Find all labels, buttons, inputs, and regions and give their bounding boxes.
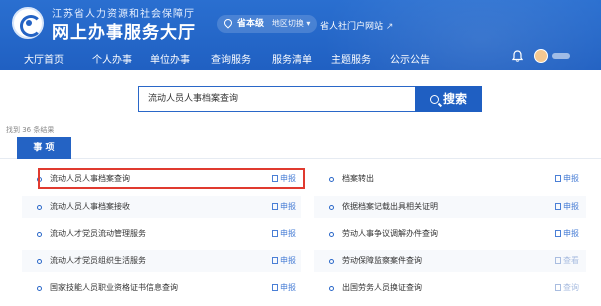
result-name[interactable]: 国家技能人员职业资格证书信息查询 [50,277,178,299]
view-label: 查看 [563,256,579,265]
location-pin-icon [222,17,234,29]
document-icon [272,203,278,210]
portal-link[interactable]: 省人社门户网站 ↗ [320,19,393,32]
bullet-icon [329,286,334,291]
result-item[interactable]: 劳动保障监察案件查询 查看 [314,250,586,272]
apply-label: 申报 [563,202,579,211]
portal-link-label: 省人社门户网站 [320,22,384,32]
apply-button[interactable]: 申报 [272,223,296,245]
search-button[interactable]: 搜索 [415,86,482,112]
region-switcher[interactable]: 省本级 地区切换 ▾ [217,15,318,33]
result-item[interactable]: 依据档案记载出具相关证明 申报 [314,196,586,218]
bullet-icon [329,259,334,264]
apply-button[interactable]: 申报 [272,196,296,218]
result-item[interactable]: 出国劳务人员换证查询 查询 [314,277,586,299]
search-button-label: 搜索 [442,92,467,106]
selection-highlight [38,168,305,189]
apply-button[interactable]: 申报 [555,196,579,218]
header-bar: 江苏省人力资源和社会保障厅 网上办事服务大厅 省本级 地区切换 ▾ 省人社门户网… [0,0,601,70]
logo-icon[interactable] [12,7,44,39]
document-icon [272,230,278,237]
tab-items[interactable]: 事 项 [17,137,71,159]
tab-divider [0,158,601,159]
bullet-icon [329,205,334,210]
result-name[interactable]: 劳动人事争议调解办件查询 [342,223,438,245]
result-name[interactable]: 劳动保障监察案件查询 [342,250,422,272]
result-count: 找到 36 条结果 [6,126,55,134]
bell-icon[interactable] [512,50,523,62]
user-name-placeholder[interactable] [552,53,570,59]
document-icon [272,257,278,264]
result-name[interactable]: 依据档案记载出具相关证明 [342,196,438,218]
apply-button[interactable]: 申报 [555,168,579,190]
apply-button[interactable]: 申报 [555,223,579,245]
nav-personal[interactable]: 个人办事 [92,51,132,66]
document-icon [555,203,561,210]
document-icon [555,230,561,237]
apply-label: 申报 [280,283,296,292]
apply-label: 申报 [280,229,296,238]
result-name[interactable]: 档案转出 [342,168,374,190]
result-item[interactable]: 档案转出 申报 [314,168,586,190]
bullet-icon [329,232,334,237]
result-name[interactable]: 流动人才党员流动管理服务 [50,223,146,245]
nav-service-list[interactable]: 服务清单 [272,51,312,66]
result-name[interactable]: 流动人才党员组织生活服务 [50,250,146,272]
nav-home[interactable]: 大厅首页 [24,51,64,66]
region-switch-label: 地区切换 ▾ [271,19,311,28]
result-item[interactable]: 流动人才党员流动管理服务 申报 [22,223,301,245]
apply-button[interactable]: 申报 [272,277,296,299]
bullet-icon [37,205,42,210]
result-name[interactable]: 流动人员人事档案接收 [50,196,130,218]
external-link-icon: ↗ [385,22,394,32]
bullet-icon [37,286,42,291]
result-item[interactable]: 流动人员人事档案接收 申报 [22,196,301,218]
apply-label: 申报 [563,174,579,183]
main-nav: 大厅首页 个人办事 单位办事 查询服务 服务清单 主题服务 公示公告 [0,51,430,67]
result-item[interactable]: 流动人才党员组织生活服务 申报 [22,250,301,272]
apply-label: 申报 [280,256,296,265]
apply-label: 申报 [280,202,296,211]
document-icon [272,284,278,291]
nav-query[interactable]: 查询服务 [211,51,251,66]
apply-label: 申报 [563,229,579,238]
nav-unit[interactable]: 单位办事 [150,51,190,66]
query-button[interactable]: 查询 [555,277,579,299]
result-name[interactable]: 出国劳务人员换证查询 [342,277,422,299]
query-label: 查询 [563,283,579,292]
bullet-icon [37,232,42,237]
search-icon [429,95,439,104]
avatar[interactable] [534,49,548,63]
document-icon [555,175,561,182]
result-item[interactable]: 国家技能人员职业资格证书信息查询 申报 [22,277,301,299]
region-current: 省本级 [237,19,265,29]
site-title[interactable]: 网上办事服务大厅 [52,18,196,43]
result-item[interactable]: 劳动人事争议调解办件查询 申报 [314,223,586,245]
apply-button[interactable]: 申报 [272,250,296,272]
view-button[interactable]: 查看 [555,250,579,272]
document-icon [555,257,561,264]
nav-topic[interactable]: 主题服务 [331,51,371,66]
bullet-icon [37,259,42,264]
document-icon [555,284,561,291]
nav-notice[interactable]: 公示公告 [390,51,430,66]
bullet-icon [329,177,334,182]
search-input[interactable]: 流动人员人事档案查询 [138,86,415,112]
